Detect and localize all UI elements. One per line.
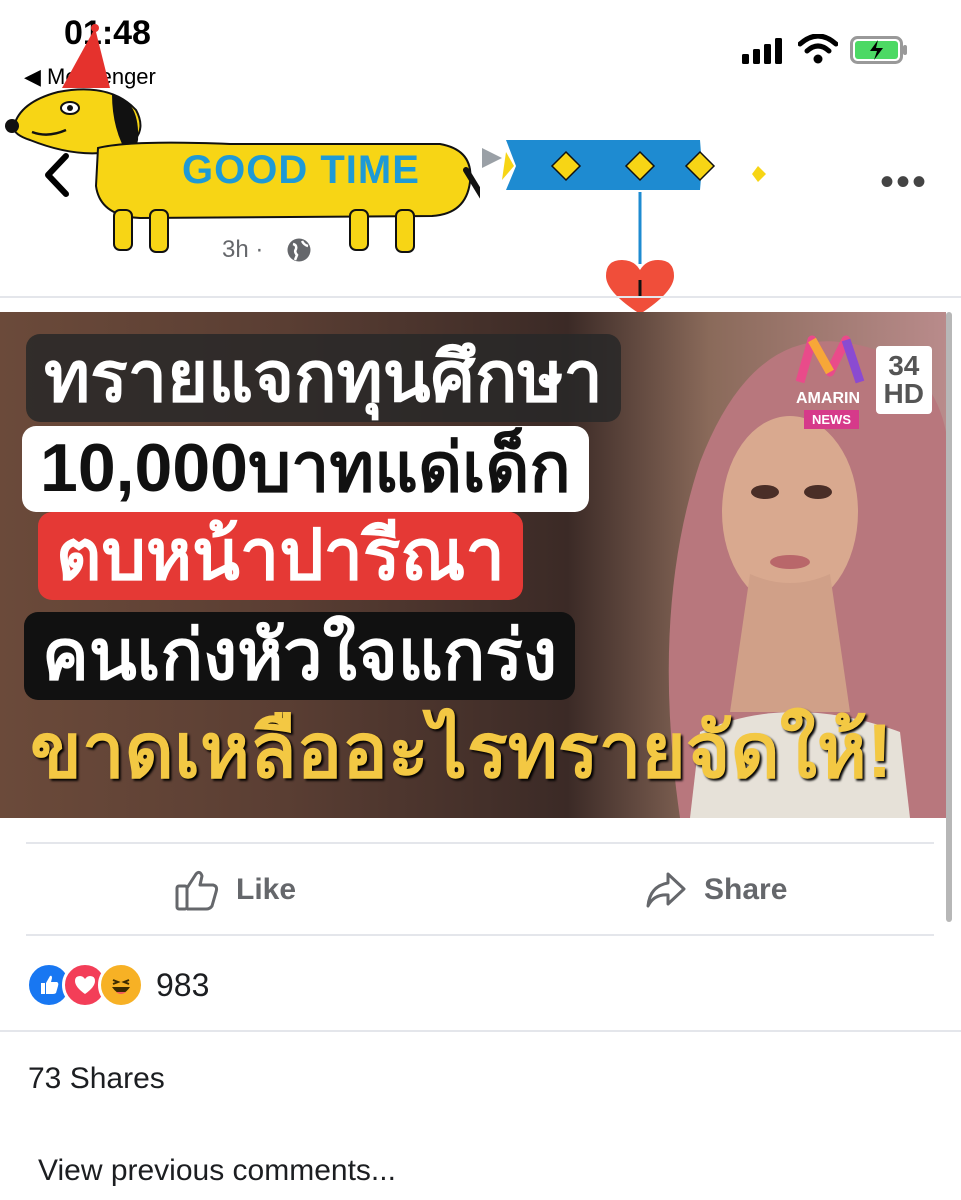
actions-divider-bottom — [26, 934, 934, 936]
reactions-divider — [0, 1030, 961, 1032]
cellular-signal-icon — [742, 38, 782, 64]
headline-line-3: ตบหน้าปารีณา — [38, 512, 523, 600]
dog-sticker — [5, 24, 480, 253]
reaction-count: 983 — [156, 966, 210, 1003]
shares-count[interactable]: 73 Shares — [28, 1062, 165, 1096]
channel-hd: HD — [883, 378, 924, 409]
back-chevron-icon[interactable] — [36, 150, 76, 200]
like-label: Like — [236, 873, 297, 906]
header-divider — [0, 296, 961, 298]
channel-name: AMARIN — [796, 390, 860, 407]
wifi-icon — [798, 34, 838, 64]
post-timestamp: 3h · — [222, 236, 264, 263]
channel-tag: NEWS — [804, 410, 859, 429]
amarin-news-logo: AMARIN NEWS 34 HD — [790, 332, 940, 432]
actions-divider-top — [26, 842, 934, 844]
headline-line-1: ทรายแจกทุนศึกษา — [26, 334, 621, 422]
scrollbar[interactable] — [946, 312, 952, 922]
more-options-button[interactable]: ••• — [880, 160, 928, 205]
thumbs-up-icon — [175, 870, 219, 911]
collar-sticker — [482, 140, 766, 314]
good-time-sticker-text: GOOD TIME — [182, 148, 420, 192]
share-label: Share — [704, 873, 788, 906]
haha-reaction-icon — [98, 962, 144, 1008]
view-previous-comments-link[interactable]: View previous comments... — [38, 1154, 396, 1188]
post-video-thumbnail[interactable]: ทรายแจกทุนศึกษา 10,000บาทแด่เด็ก ตบหน้าป… — [0, 312, 946, 818]
share-button[interactable]: Share — [644, 862, 787, 918]
channel-number: 34 — [888, 350, 920, 381]
headline-line-4: คนเก่งหัวใจแกร่ง — [24, 612, 576, 700]
like-button[interactable]: Like — [174, 862, 296, 918]
reactions-summary[interactable]: 983 — [26, 962, 209, 1008]
globe-icon — [287, 238, 311, 262]
amarin-logo-icon — [796, 335, 865, 384]
share-arrow-icon — [646, 872, 686, 908]
headline-line-5: ขาดเหลืออะไรทรายจัดให้! — [30, 709, 893, 794]
headline-line-2: 10,000บาทแด่เด็ก — [22, 426, 589, 512]
battery-charging-icon — [850, 36, 907, 64]
channel-number-badge: 34 HD — [875, 346, 932, 414]
